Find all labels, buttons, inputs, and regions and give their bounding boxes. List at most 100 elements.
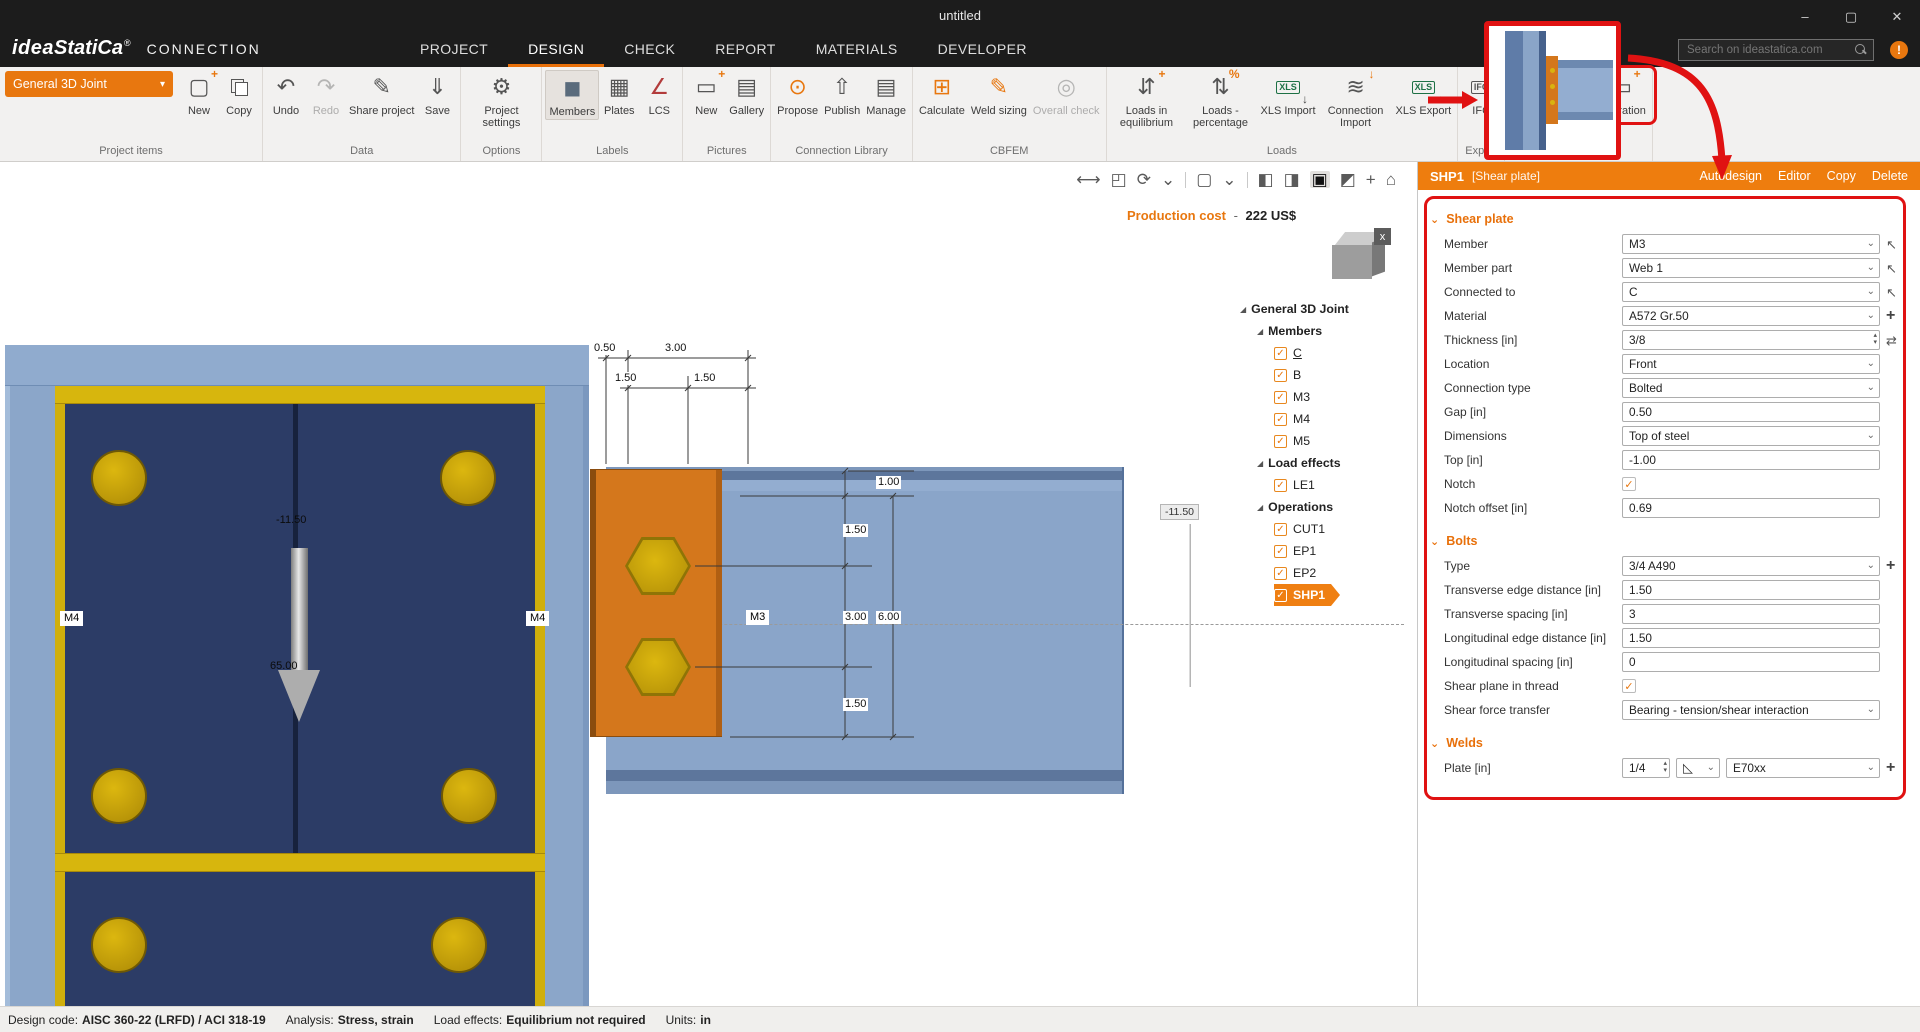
prop-select-connection-type[interactable]: Bolted⌄ bbox=[1622, 378, 1880, 398]
expand-arrow-icon[interactable]: ◢ bbox=[1257, 327, 1263, 336]
prop-input-transverse-edge-distance-in[interactable]: 1.50 bbox=[1622, 580, 1880, 600]
tree-item-c[interactable]: ✓C bbox=[1274, 342, 1302, 364]
prop-checkbox-notch[interactable]: ✓ bbox=[1622, 477, 1636, 491]
ribbon-button-calculate[interactable]: ⊞Calculate bbox=[916, 70, 968, 118]
view-cube[interactable]: x bbox=[1330, 228, 1394, 286]
prop-select-dimensions[interactable]: Top of steel⌄ bbox=[1622, 426, 1880, 446]
view-top-icon[interactable]: ◧ bbox=[1258, 171, 1274, 188]
prop-input-longitudinal-edge-distance-in[interactable]: 1.50 bbox=[1622, 628, 1880, 648]
ribbon-button-gallery[interactable]: ▤Gallery bbox=[726, 70, 767, 118]
ribbon-button-manage[interactable]: ▤Manage bbox=[863, 70, 909, 118]
expand-arrow-icon[interactable]: ◢ bbox=[1240, 305, 1246, 314]
prop-select-location[interactable]: Front⌄ bbox=[1622, 354, 1880, 374]
section-header-welds[interactable]: ⌄Welds bbox=[1418, 730, 1920, 756]
orbit-icon[interactable]: ⟳ bbox=[1137, 171, 1151, 188]
minimize-button[interactable]: – bbox=[1782, 0, 1828, 33]
select-caret-icon[interactable]: ⌄ bbox=[1222, 171, 1236, 188]
pan-icon[interactable]: + bbox=[1366, 171, 1376, 188]
prop-input-thickness-in[interactable]: 3/8▴▾ bbox=[1622, 330, 1880, 350]
tree-item-ep1[interactable]: ✓EP1 bbox=[1274, 540, 1316, 562]
visibility-checkbox[interactable]: ✓ bbox=[1274, 479, 1287, 492]
expand-arrow-icon[interactable]: ◢ bbox=[1257, 503, 1263, 512]
tree-item-ep2[interactable]: ✓EP2 bbox=[1274, 562, 1316, 584]
tab-materials[interactable]: MATERIALS bbox=[796, 33, 918, 67]
panel-action-copy[interactable]: Copy bbox=[1827, 169, 1856, 183]
visibility-checkbox[interactable]: ✓ bbox=[1274, 523, 1287, 536]
tab-report[interactable]: REPORT bbox=[695, 33, 796, 67]
ribbon-button-copy-project-item[interactable]: Copy bbox=[219, 70, 259, 118]
ribbon-button-loads-percentage[interactable]: ⇅%Loads - percentage bbox=[1184, 70, 1258, 131]
weld-type-select[interactable]: ◺⌄ bbox=[1676, 758, 1720, 778]
visibility-checkbox[interactable]: ✓ bbox=[1274, 413, 1287, 426]
zoom-fit-icon[interactable]: ◰ bbox=[1111, 171, 1127, 188]
ribbon-button-propose[interactable]: ⊙Propose bbox=[774, 70, 821, 118]
swap-icon[interactable]: ⇄ bbox=[1886, 334, 1897, 347]
ribbon-button-new-project-item[interactable]: ▢+New bbox=[179, 70, 219, 118]
ribbon-button-labels-members[interactable]: ◼Members bbox=[545, 70, 599, 120]
prop-input-longitudinal-spacing-in[interactable]: 0 bbox=[1622, 652, 1880, 672]
plus-icon[interactable]: + bbox=[1886, 760, 1895, 776]
tab-design[interactable]: DESIGN bbox=[508, 33, 604, 67]
spinner-arrows[interactable]: ▴▾ bbox=[1663, 760, 1667, 774]
joint-type-dropdown[interactable]: General 3D Joint▾ bbox=[5, 71, 173, 97]
panel-action-autodesign[interactable]: Autodesign bbox=[1699, 169, 1762, 183]
orbit-caret-icon[interactable]: ⌄ bbox=[1161, 171, 1175, 188]
ribbon-button-weld-sizing[interactable]: ✎Weld sizing bbox=[968, 70, 1030, 118]
measure-icon[interactable]: ⟷ bbox=[1076, 171, 1100, 188]
section-header-shear-plate[interactable]: ⌄Shear plate bbox=[1418, 206, 1920, 232]
tab-developer[interactable]: DEVELOPER bbox=[918, 33, 1047, 67]
visibility-checkbox[interactable]: ✓ bbox=[1274, 435, 1287, 448]
visibility-checkbox[interactable]: ✓ bbox=[1274, 391, 1287, 404]
ribbon-button-share-project[interactable]: ✎Share project bbox=[346, 70, 417, 118]
visibility-checkbox[interactable]: ✓ bbox=[1274, 567, 1287, 580]
close-button[interactable]: ✕ bbox=[1874, 0, 1920, 33]
visibility-checkbox[interactable]: ✓ bbox=[1274, 369, 1287, 382]
ribbon-button-xls-export[interactable]: XLS↑XLS Export bbox=[1393, 70, 1455, 118]
section-header-bolts[interactable]: ⌄Bolts bbox=[1418, 528, 1920, 554]
ribbon-button-labels-plates[interactable]: ▦Plates bbox=[599, 70, 639, 118]
prop-select-electrode[interactable]: E70xx⌄ bbox=[1726, 758, 1880, 778]
search-box[interactable] bbox=[1678, 39, 1874, 61]
tree-item-le1[interactable]: ✓LE1 bbox=[1274, 474, 1315, 496]
ribbon-button-connection-import[interactable]: ≋↓Connection Import bbox=[1319, 70, 1393, 131]
expand-arrow-icon[interactable]: ◢ bbox=[1257, 459, 1263, 468]
plus-icon[interactable]: + bbox=[1886, 308, 1895, 324]
prop-input-gap-in[interactable]: 0.50 bbox=[1622, 402, 1880, 422]
ribbon-button-save[interactable]: ⇓Save bbox=[417, 70, 457, 118]
tree-item-b[interactable]: ✓B bbox=[1274, 364, 1301, 386]
ribbon-button-undo[interactable]: ↶Undo bbox=[266, 70, 306, 118]
prop-select-connected-to[interactable]: C⌄ bbox=[1622, 282, 1880, 302]
tab-check[interactable]: CHECK bbox=[604, 33, 695, 67]
picker-icon[interactable]: ↖ bbox=[1886, 262, 1897, 275]
ribbon-button-xls-import[interactable]: XLS↓XLS Import bbox=[1258, 70, 1319, 118]
home-view-icon[interactable]: ⌂ bbox=[1386, 171, 1396, 188]
view-front-icon[interactable]: ◨ bbox=[1284, 171, 1300, 188]
tree-root[interactable]: ◢General 3D Joint bbox=[1240, 298, 1349, 320]
tree-item-m3[interactable]: ✓M3 bbox=[1274, 386, 1310, 408]
tab-project[interactable]: PROJECT bbox=[400, 33, 508, 67]
tree-item-shp1[interactable]: ✓SHP1 bbox=[1274, 584, 1331, 606]
panel-action-delete[interactable]: Delete bbox=[1872, 169, 1908, 183]
ribbon-button-new-load[interactable]: ⇊+Load bbox=[1555, 70, 1595, 118]
panel-action-editor[interactable]: Editor bbox=[1778, 169, 1811, 183]
prop-select-type[interactable]: 3/4 A490⌄ bbox=[1622, 556, 1880, 576]
prop-input-plate-in[interactable]: 1/4▴▾ bbox=[1622, 758, 1670, 778]
prop-select-member[interactable]: M3⌄ bbox=[1622, 234, 1880, 254]
prop-input-transverse-spacing-in[interactable]: 3 bbox=[1622, 604, 1880, 624]
visibility-checkbox[interactable]: ✓ bbox=[1274, 589, 1287, 602]
prop-checkbox-shear-plane-in-thread[interactable]: ✓ bbox=[1622, 679, 1636, 693]
plus-icon[interactable]: + bbox=[1886, 558, 1895, 574]
prop-select-member-part[interactable]: Web 1⌄ bbox=[1622, 258, 1880, 278]
prop-input-top-in[interactable]: -1.00 bbox=[1622, 450, 1880, 470]
ribbon-button-loads-in-equilibrium[interactable]: ⇵+Loads in equilibrium bbox=[1110, 70, 1184, 131]
ribbon-button-new-member[interactable]: ▯+Member bbox=[1508, 70, 1554, 118]
notifications-icon[interactable]: ! bbox=[1890, 41, 1908, 59]
ribbon-button-labels-lcs[interactable]: ∠LCS bbox=[639, 70, 679, 118]
ribbon-button-new-operation[interactable]: ▭+Operation bbox=[1595, 70, 1649, 118]
search-input[interactable] bbox=[1687, 44, 1849, 56]
ribbon-button-ifc-export[interactable]: IFCIFC bbox=[1461, 70, 1501, 118]
ribbon-button-project-settings[interactable]: ⚙Project settings bbox=[464, 70, 538, 131]
spinner-arrows[interactable]: ▴▾ bbox=[1873, 332, 1877, 346]
prop-select-material[interactable]: A572 Gr.50⌄ bbox=[1622, 306, 1880, 326]
maximize-button[interactable]: ▢ bbox=[1828, 0, 1874, 33]
